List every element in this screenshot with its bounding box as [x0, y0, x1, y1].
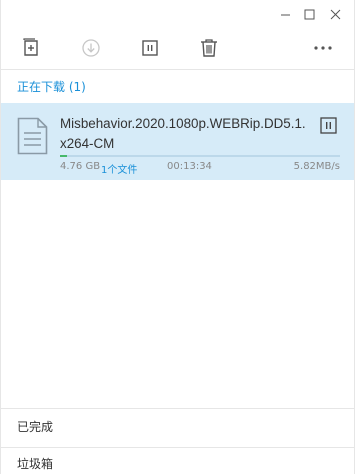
pause-button[interactable] [137, 35, 163, 61]
completed-section[interactable]: 已完成 [17, 418, 53, 435]
maximize-button[interactable] [298, 4, 320, 24]
toolbar-divider [1, 69, 354, 70]
progress-fill [60, 155, 67, 157]
item-pause-icon[interactable] [320, 117, 337, 134]
minimize-icon [280, 14, 290, 15]
more-icon [314, 46, 332, 50]
more-menu-button[interactable] [310, 35, 336, 61]
minimize-button[interactable] [274, 4, 296, 24]
toolbar [1, 30, 354, 66]
new-task-icon [23, 38, 38, 56]
delete-button[interactable] [196, 35, 222, 61]
downloading-section-title[interactable]: 正在下载 (1) [17, 78, 86, 95]
download-manager-window: 正在下载 (1) Misbehavior.2020.1080p.WEBRip.D… [0, 0, 355, 474]
completed-divider [1, 408, 354, 409]
file-icon [17, 117, 48, 155]
file-name: Misbehavior.2020.1080p.WEBRip.DD5.1.x264… [60, 116, 306, 151]
remaining-time: 00:13:34 [167, 161, 212, 172]
pause-icon [142, 40, 158, 56]
close-button[interactable] [324, 4, 346, 24]
maximize-icon [304, 9, 314, 19]
trash-divider [1, 447, 354, 448]
delete-icon [201, 39, 217, 57]
trash-section[interactable]: 垃圾箱 [17, 455, 53, 472]
close-icon [330, 9, 340, 19]
download-icon [82, 39, 100, 57]
download-item[interactable]: Misbehavior.2020.1080p.WEBRip.DD5.1.x264… [1, 103, 354, 180]
new-task-button[interactable] [18, 35, 44, 61]
file-count-link[interactable]: 1个文件 [101, 161, 137, 176]
download-speed: 5.82MB/s [293, 161, 340, 172]
title-bar [1, 0, 354, 28]
progress-track [60, 155, 340, 157]
file-size: 4.76 GB [60, 161, 101, 172]
start-download-button[interactable] [78, 35, 104, 61]
